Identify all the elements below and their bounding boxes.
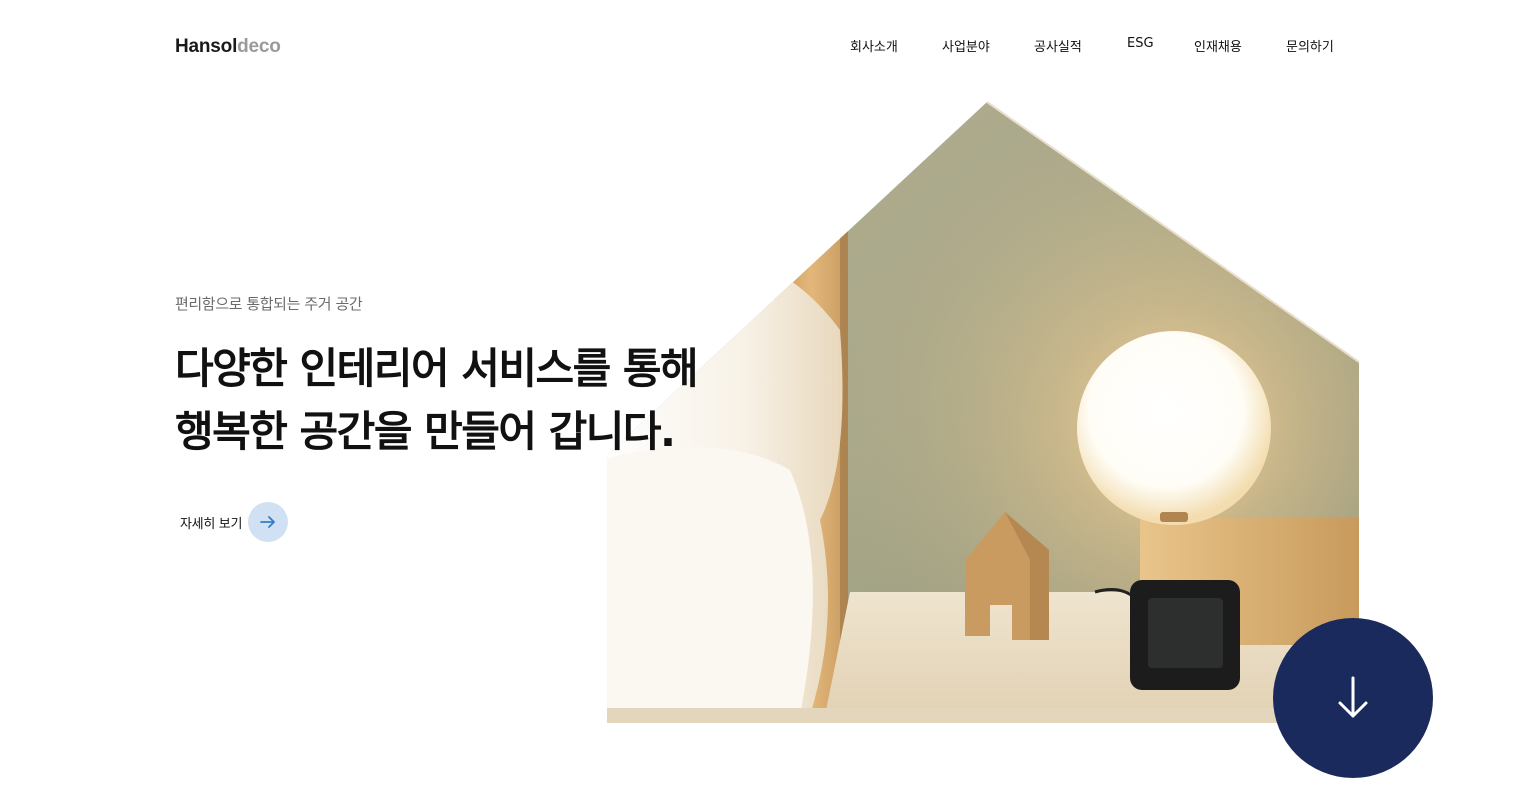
hero-subtitle: 편리함으로 통합되는 주거 공간 [175, 295, 363, 313]
nav-item-projects[interactable]: 공사실적 [1034, 36, 1082, 55]
hero-headline-line2: 행복한 공간을 만들어 갑니다. [175, 407, 676, 456]
hero-headline: 다양한 인테리어 서비스를 통해 행복한 공간을 만들어 갑니다. [175, 337, 699, 463]
hero-headline-line1: 다양한 인테리어 서비스를 통해 [175, 344, 699, 393]
view-more-link[interactable]: 자세히 보기 [180, 502, 289, 542]
nav-item-about[interactable]: 회사소개 [850, 36, 898, 55]
view-more-circle[interactable] [248, 502, 289, 542]
arrow-right-icon [260, 516, 276, 528]
nav-item-esg[interactable]: ESG [1127, 36, 1154, 51]
view-more-label: 자세히 보기 [180, 516, 243, 532]
nav-item-careers[interactable]: 인재채용 [1194, 36, 1242, 55]
arrow-down-icon [1338, 676, 1368, 718]
scroll-down-button[interactable] [1273, 618, 1433, 778]
main-nav: 회사소개 사업분야 공사실적 ESG 인재채용 문의하기 [0, 36, 1533, 56]
nav-item-business[interactable]: 사업분야 [942, 36, 990, 55]
nav-item-contact[interactable]: 문의하기 [1286, 36, 1334, 55]
hero-page: Hansoldeco 회사소개 사업분야 공사실적 ESG 인재채용 문의하기 … [0, 0, 1533, 808]
